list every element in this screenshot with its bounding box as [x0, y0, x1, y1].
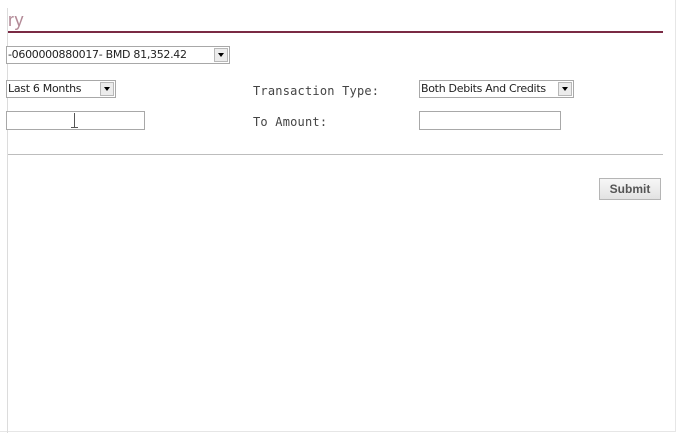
to-amount-input[interactable] [419, 111, 561, 130]
transaction-type-value: Both Debits And Credits [421, 82, 546, 95]
text-cursor-icon [71, 112, 78, 129]
page-frame [0, 0, 676, 432]
chevron-down-icon[interactable] [100, 82, 114, 96]
chevron-down-icon[interactable] [214, 48, 228, 62]
content-border [7, 8, 8, 433]
chevron-down-icon[interactable] [558, 82, 572, 96]
title-divider [8, 31, 663, 33]
period-select-value: Last 6 Months [8, 82, 82, 95]
to-amount-label: To Amount: [253, 115, 328, 129]
transaction-type-label: Transaction Type: [253, 84, 380, 98]
submit-button[interactable]: Submit [599, 178, 661, 200]
section-divider [8, 154, 663, 155]
period-select[interactable]: Last 6 Months [6, 80, 116, 98]
page-title: ry [8, 10, 24, 30]
account-select[interactable]: -0600000880017- BMD 81,352.42 [6, 46, 230, 64]
account-select-value: -0600000880017- BMD 81,352.42 [8, 48, 187, 61]
transaction-type-select[interactable]: Both Debits And Credits [419, 80, 574, 98]
